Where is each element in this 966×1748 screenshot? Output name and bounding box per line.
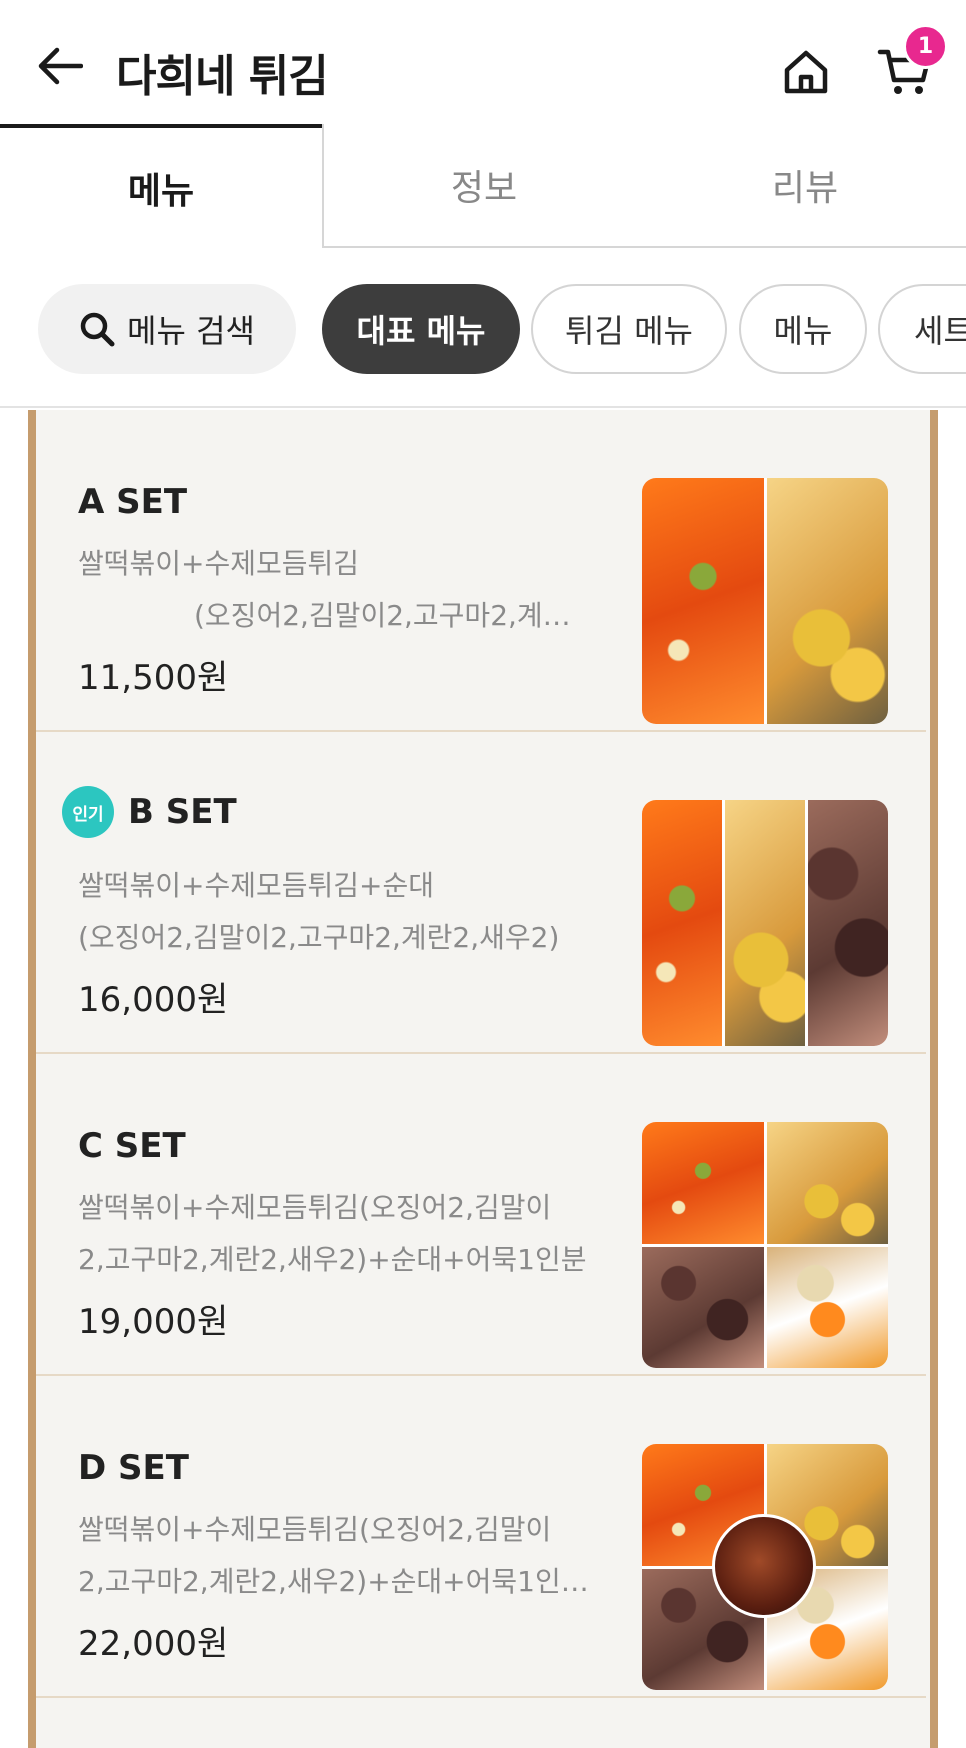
menu-item-title: A SET	[78, 482, 188, 522]
menu-item-description: 쌀떡볶이+수제모듬튀김(오징어2,김말이 2,고구마2,계란2,새우2)+순대+…	[78, 1182, 618, 1286]
menu-item-a-set[interactable]: A SET 쌀떡볶이+수제모듬튀김 (오징어2,김말이2,고구마2,계… 11,…	[36, 410, 926, 732]
chip-signature-menu[interactable]: 대표 메뉴	[322, 284, 520, 374]
photo-tteokbokki	[642, 1122, 764, 1244]
photo-fried	[725, 800, 805, 1046]
menu-item-title: B SET	[128, 792, 237, 832]
menu-item-d-set[interactable]: D SET 쌀떡볶이+수제모듬튀김(오징어2,김말이 2,고구마2,계란2,새우…	[36, 1376, 926, 1698]
menu-item-description: 쌀떡볶이+수제모듬튀김(오징어2,김말이 2,고구마2,계란2,새우2)+순대+…	[78, 1504, 618, 1608]
menu-item-c-set[interactable]: C SET 쌀떡볶이+수제모듬튀김(오징어2,김말이 2,고구마2,계란2,새우…	[36, 1054, 926, 1376]
menu-search-button[interactable]: 메뉴 검색	[38, 284, 296, 374]
menu-item-name: 인기 B SET	[62, 786, 237, 838]
photo-fried	[766, 1122, 888, 1244]
store-tabs: 메뉴 정보 리뷰	[0, 124, 966, 248]
menu-item-desc-line: 2,고구마2,계란2,새우2)+순대+어묵1인…	[78, 1565, 589, 1598]
menu-item-price: 22,000원	[78, 1624, 229, 1664]
photo-tteokbokki	[642, 478, 764, 724]
menu-item-desc-line: 쌀떡볶이+수제모듬튀김	[78, 547, 360, 580]
cart-count-badge: 1	[903, 24, 948, 69]
menu-item-description: 쌀떡볶이+수제모듬튀김 (오징어2,김말이2,고구마2,계…	[78, 538, 618, 642]
menu-item-name: A SET	[78, 482, 187, 522]
photo-sundae	[642, 1246, 764, 1368]
menu-item-title: D SET	[78, 1448, 189, 1488]
menu-item-price: 19,000원	[78, 1302, 229, 1342]
menu-list: A SET 쌀떡볶이+수제모듬튀김 (오징어2,김말이2,고구마2,계… 11,…	[0, 410, 966, 1748]
photo-fried	[766, 478, 888, 724]
photo-tteokbokki	[642, 800, 722, 1046]
menu-item-name: D SET	[78, 1448, 189, 1488]
menu-item-desc-line: 쌀떡볶이+수제모듬튀김(오징어2,김말이	[78, 1513, 552, 1546]
menu-item-desc-line: 쌀떡볶이+수제모듬튀김+순대	[78, 869, 435, 902]
category-chips: 메뉴 검색 대표 메뉴 튀김 메뉴 메뉴 세트	[0, 248, 966, 408]
photo-center-dish	[712, 1514, 816, 1618]
menu-item-desc-line: 2,고구마2,계란2,새우2)+순대+어묵1인분	[78, 1243, 587, 1276]
photo-sundae	[808, 800, 888, 1046]
menu-item-price: 11,500원	[78, 658, 229, 698]
menu-item-photo[interactable]	[642, 478, 888, 724]
menu-item-b-set[interactable]: 인기 B SET 쌀떡볶이+수제모듬튀김+순대 (오징어2,김말이2,고구마2,…	[36, 732, 926, 1054]
store-title: 다희네 튀김	[116, 51, 329, 102]
menu-item-desc-line: 쌀떡볶이+수제모듬튀김(오징어2,김말이	[78, 1191, 552, 1224]
search-icon	[80, 312, 115, 347]
menu-item-title: C SET	[78, 1126, 186, 1166]
back-arrow-icon	[38, 47, 83, 85]
chip-menu[interactable]: 메뉴	[739, 284, 867, 374]
menu-item-price: 16,000원	[78, 980, 229, 1020]
menu-item-description: 쌀떡볶이+수제모듬튀김+순대 (오징어2,김말이2,고구마2,계란2,새우2)	[78, 860, 618, 964]
tab-review[interactable]: 리뷰	[644, 124, 966, 248]
photo-eomuk	[766, 1246, 888, 1368]
tab-info[interactable]: 정보	[322, 124, 644, 248]
menu-item-photo[interactable]	[642, 1122, 888, 1368]
menu-search-label: 메뉴 검색	[127, 312, 255, 350]
chip-fried-menu[interactable]: 튀김 메뉴	[531, 284, 727, 374]
app-header: 다희네 튀김 1	[0, 0, 966, 126]
tab-menu[interactable]: 메뉴	[0, 124, 322, 248]
popular-badge: 인기	[62, 786, 114, 838]
menu-item-photo[interactable]	[642, 1444, 888, 1690]
menu-item-name: C SET	[78, 1126, 186, 1166]
menu-item-desc-line: (오징어2,김말이2,고구마2,계…	[194, 599, 571, 632]
menu-item-desc-line: (오징어2,김말이2,고구마2,계란2,새우2)	[78, 921, 560, 954]
menu-item-photo[interactable]	[642, 800, 888, 1046]
home-icon	[784, 50, 828, 94]
back-button[interactable]	[32, 38, 88, 94]
home-button[interactable]	[776, 42, 836, 102]
chip-set[interactable]: 세트	[878, 284, 966, 374]
